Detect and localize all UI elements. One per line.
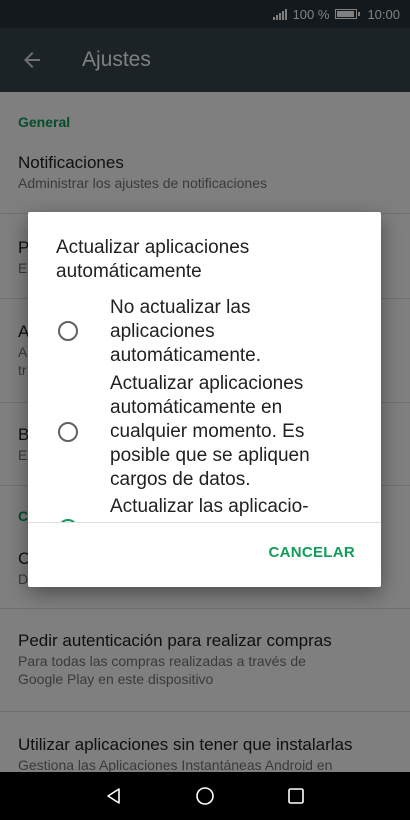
option-update-any-time[interactable]: Actualizar aplicaciones automáticamente …: [28, 372, 381, 496]
option-label: Actualizar las aplicacio-: [110, 496, 309, 517]
radio-unchecked-icon[interactable]: [58, 321, 78, 341]
option-update-wifi[interactable]: Actualizar las aplicacio-: [28, 495, 381, 522]
option-label: No actualizar las aplicaciones automátic…: [110, 297, 262, 366]
cancel-button[interactable]: CANCELAR: [268, 544, 355, 561]
dialog-title: Actualizar aplicaciones automáticamente: [56, 237, 250, 282]
auto-update-dialog: Actualizar aplicaciones automáticamente …: [28, 212, 381, 587]
option-label: Actualizar aplicaciones automáticamente …: [110, 373, 310, 490]
back-triangle-icon[interactable]: [104, 786, 124, 806]
option-no-update[interactable]: No actualizar las aplicaciones automátic…: [28, 296, 381, 368]
radio-unchecked-icon[interactable]: [58, 422, 78, 442]
recents-square-icon[interactable]: [286, 786, 306, 806]
dialog-divider: [28, 522, 381, 523]
home-circle-icon[interactable]: [194, 785, 216, 807]
navigation-bar: [0, 772, 410, 820]
dialog-options[interactable]: No actualizar las aplicaciones automátic…: [28, 296, 381, 522]
